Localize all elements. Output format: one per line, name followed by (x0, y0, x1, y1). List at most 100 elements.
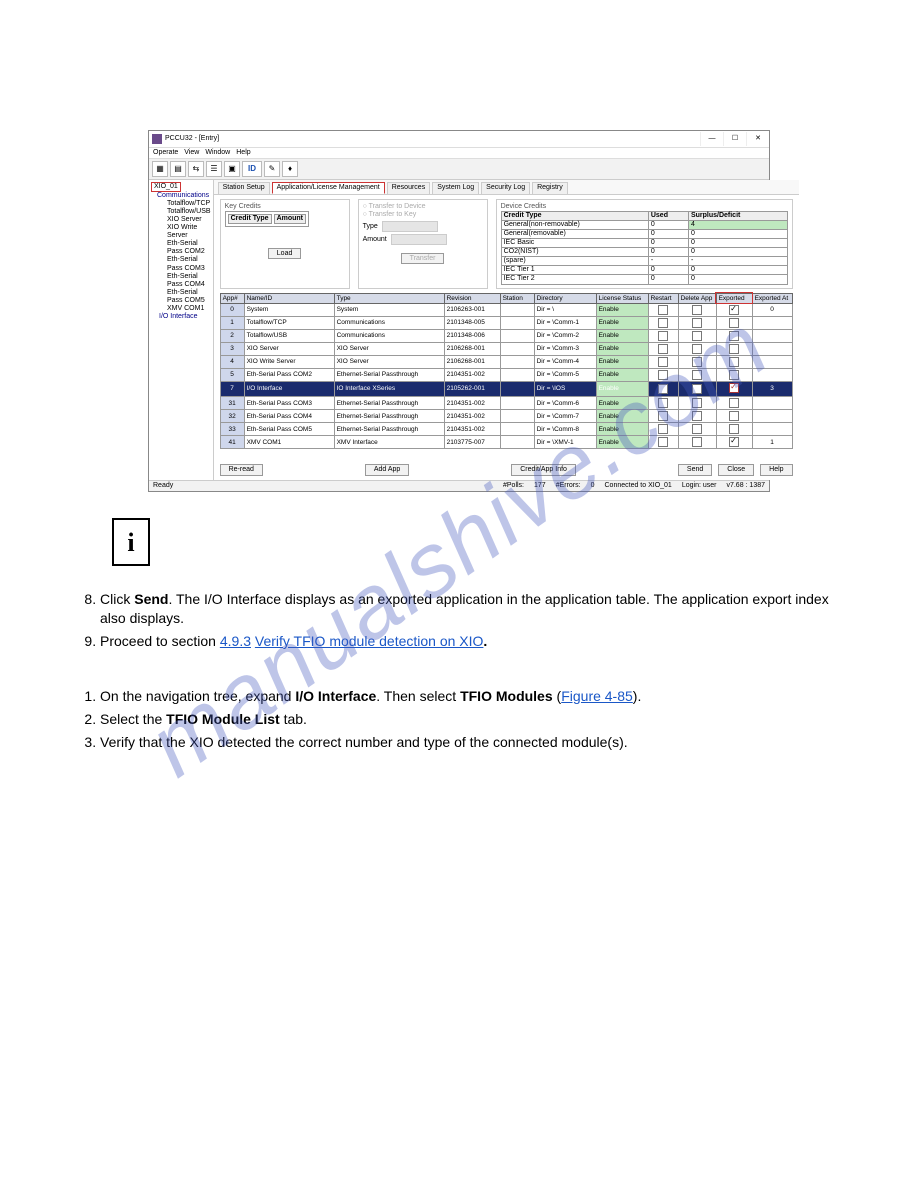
checkbox-icon[interactable] (692, 424, 702, 434)
tree-item[interactable]: Totalflow/TCP (167, 200, 211, 208)
tree-item[interactable]: Totalflow/USB (167, 208, 211, 216)
table-header[interactable]: Type (334, 293, 444, 303)
table-header[interactable]: Restart (648, 293, 678, 303)
checkbox-icon[interactable] (692, 411, 702, 421)
transfer-type-field[interactable] (382, 221, 438, 232)
table-header[interactable]: License Status (596, 293, 648, 303)
table-header[interactable]: Exported At (752, 293, 792, 303)
table-row[interactable]: 3XIO ServerXIO Server2106268-001Dir = \C… (220, 342, 792, 355)
tab-station-setup[interactable]: Station Setup (218, 182, 270, 194)
maximize-button[interactable]: ☐ (723, 132, 746, 146)
checkbox-checked-icon[interactable] (729, 305, 739, 315)
tree-item[interactable]: Eth-Serial Pass COM4 (167, 273, 211, 289)
checkbox-icon[interactable] (658, 384, 668, 394)
tree-communications[interactable]: Communications (157, 192, 211, 200)
table-header[interactable]: App# (220, 293, 244, 303)
close-button-panel[interactable]: Close (718, 464, 754, 476)
tab-registry[interactable]: Registry (532, 182, 568, 194)
checkbox-icon[interactable] (658, 357, 668, 367)
tree-item[interactable]: XMV COM1 (167, 305, 211, 313)
credit-app-info-button[interactable]: Credit/App Info (511, 464, 576, 476)
link-figure-4-85[interactable]: Figure 4-85 (561, 688, 633, 704)
checkbox-icon[interactable] (692, 398, 702, 408)
table-header[interactable]: Name/ID (244, 293, 334, 303)
link-section-493[interactable]: 4.9.3 (220, 633, 251, 649)
toolbar-icon[interactable]: ⇆ (188, 161, 204, 177)
toolbar-icon[interactable]: ♦ (282, 161, 298, 177)
checkbox-icon[interactable] (729, 331, 739, 341)
table-row[interactable]: 4XIO Write ServerXIO Server2106268-001Di… (220, 355, 792, 368)
table-header[interactable]: Exported (716, 293, 752, 303)
checkbox-icon[interactable] (692, 370, 702, 380)
menu-help[interactable]: Help (236, 149, 250, 157)
table-row[interactable]: 32Eth-Serial Pass COM4Ethernet-Serial Pa… (220, 410, 792, 423)
table-row[interactable]: 0SystemSystem2106263-001Dir = \Enable0 (220, 303, 792, 316)
nav-tree[interactable]: XIO_01 Communications Totalflow/TCP Tota… (149, 180, 214, 480)
tree-io-interface[interactable]: I/O Interface (159, 313, 211, 321)
table-header[interactable]: Directory (534, 293, 596, 303)
load-button[interactable]: Load (268, 248, 302, 259)
table-row[interactable]: 31Eth-Serial Pass COM3Ethernet-Serial Pa… (220, 397, 792, 410)
checkbox-icon[interactable] (729, 411, 739, 421)
toolbar-id-icon[interactable]: ID (242, 161, 262, 177)
checkbox-icon[interactable] (692, 357, 702, 367)
tab-resources[interactable]: Resources (387, 182, 430, 194)
checkbox-icon[interactable] (729, 370, 739, 380)
checkbox-icon[interactable] (658, 344, 668, 354)
checkbox-icon[interactable] (658, 305, 668, 315)
checkbox-icon[interactable] (658, 318, 668, 328)
checkbox-icon[interactable] (692, 305, 702, 315)
checkbox-icon[interactable] (729, 424, 739, 434)
close-button[interactable]: ✕ (746, 132, 769, 146)
toolbar-icon[interactable]: ☰ (206, 161, 222, 177)
tree-item[interactable]: Eth-Serial Pass COM2 (167, 240, 211, 256)
toolbar-icon[interactable]: ✎ (264, 161, 280, 177)
table-row[interactable]: 33Eth-Serial Pass COM5Ethernet-Serial Pa… (220, 423, 792, 436)
table-header[interactable]: Revision (444, 293, 500, 303)
table-row[interactable]: 1Totalflow/TCPCommunications2101348-005D… (220, 316, 792, 329)
title-bar[interactable]: PCCU32 - [Entry] — ☐ ✕ (149, 131, 769, 148)
menu-view[interactable]: View (184, 149, 199, 157)
table-header[interactable]: Station (500, 293, 534, 303)
add-app-button[interactable]: Add App (365, 464, 409, 476)
tree-item[interactable]: XIO Server (167, 216, 211, 224)
tree-item[interactable]: Eth-Serial Pass COM5 (167, 289, 211, 305)
reread-button[interactable]: Re-read (220, 464, 263, 476)
checkbox-icon[interactable] (658, 331, 668, 341)
checkbox-checked-icon[interactable] (729, 383, 739, 393)
send-button[interactable]: Send (678, 464, 712, 476)
table-header[interactable]: Delete App (678, 293, 716, 303)
transfer-amount-field[interactable] (391, 234, 447, 245)
checkbox-icon[interactable] (658, 370, 668, 380)
tab-app-license-mgmt[interactable]: Application/License Management (272, 182, 385, 194)
table-row[interactable]: 41XMV COM1XMV Interface2103775-007Dir = … (220, 436, 792, 449)
checkbox-icon[interactable] (658, 437, 668, 447)
checkbox-icon[interactable] (729, 344, 739, 354)
checkbox-icon[interactable] (692, 384, 702, 394)
menu-window[interactable]: Window (205, 149, 230, 157)
tree-root[interactable]: XIO_01 (151, 182, 181, 192)
tree-item[interactable]: XIO Write Server (167, 224, 211, 240)
checkbox-icon[interactable] (729, 318, 739, 328)
table-row[interactable]: 2Totalflow/USBCommunications2101348-006D… (220, 329, 792, 342)
minimize-button[interactable]: — (700, 132, 723, 146)
checkbox-icon[interactable] (692, 331, 702, 341)
checkbox-icon[interactable] (692, 344, 702, 354)
link-verify-tfio[interactable]: Verify TFIO module detection on XIO (255, 633, 484, 649)
checkbox-icon[interactable] (658, 424, 668, 434)
toolbar-icon[interactable]: ▦ (152, 161, 168, 177)
checkbox-icon[interactable] (729, 398, 739, 408)
menu-operate[interactable]: Operate (153, 149, 178, 157)
checkbox-checked-icon[interactable] (729, 437, 739, 447)
transfer-button[interactable]: Transfer (401, 253, 445, 264)
checkbox-icon[interactable] (692, 437, 702, 447)
tree-item[interactable]: Eth-Serial Pass COM3 (167, 256, 211, 272)
checkbox-icon[interactable] (658, 411, 668, 421)
checkbox-icon[interactable] (692, 318, 702, 328)
table-row[interactable]: 7I/O InterfaceIO Interface XSeries210526… (220, 381, 792, 396)
tab-security-log[interactable]: Security Log (481, 182, 530, 194)
transfer-to-device-radio[interactable]: ○ Transfer to Device (363, 203, 483, 211)
tab-system-log[interactable]: System Log (432, 182, 479, 194)
toolbar-icon[interactable]: ▤ (170, 161, 186, 177)
help-button[interactable]: Help (760, 464, 792, 476)
